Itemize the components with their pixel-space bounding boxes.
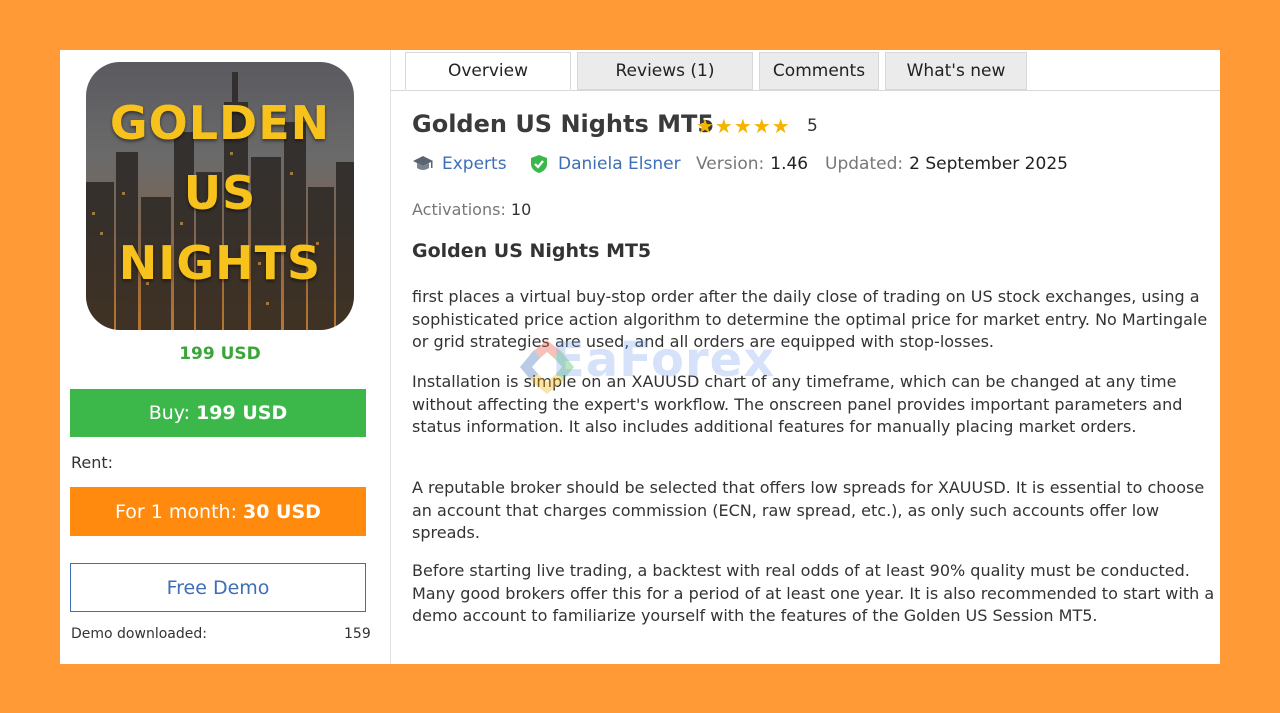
tab-comments[interactable]: Comments bbox=[759, 52, 879, 90]
graduation-cap-icon bbox=[413, 156, 433, 170]
description-paragraph: Installation is simple on an XAUUSD char… bbox=[412, 372, 1183, 436]
author-name: Daniela Elsner bbox=[558, 154, 681, 174]
updated-info: Updated: 2 September 2025 bbox=[825, 154, 1068, 174]
product-card: GOLDEN US NIGHTS 199 USD Buy: 199 USD Re… bbox=[60, 50, 1220, 664]
description-heading: Golden US Nights MT5 bbox=[412, 240, 652, 262]
updated-value: 2 September 2025 bbox=[909, 154, 1068, 174]
updated-label: Updated: bbox=[825, 154, 904, 174]
activations-value: 10 bbox=[510, 200, 532, 219]
buy-button[interactable]: Buy: 199 USD bbox=[70, 389, 366, 437]
rent-button[interactable]: For 1 month: 30 USD bbox=[70, 487, 366, 536]
description-paragraph: first places a virtual buy-stop order af… bbox=[412, 287, 1208, 351]
buy-button-label: Buy: bbox=[148, 402, 191, 424]
purchase-panel: GOLDEN US NIGHTS 199 USD Buy: 199 USD Re… bbox=[60, 50, 391, 664]
tab-bar: Overview Reviews (1) Comments What's new bbox=[405, 52, 1033, 90]
activations-label: Activations: bbox=[412, 200, 506, 219]
author-link[interactable]: Daniela Elsner bbox=[529, 154, 681, 174]
demo-downloaded-count: 159 bbox=[344, 626, 371, 642]
verified-shield-icon bbox=[531, 155, 547, 173]
image-title-line-1: GOLDEN bbox=[109, 96, 331, 150]
version-label: Version: bbox=[696, 154, 765, 174]
tab-divider bbox=[390, 90, 1220, 91]
version-value: 1.46 bbox=[770, 154, 809, 174]
free-demo-button[interactable]: Free Demo bbox=[70, 563, 366, 612]
tab-overview[interactable]: Overview bbox=[405, 52, 571, 90]
rent-button-price: 30 USD bbox=[242, 500, 321, 523]
buy-button-price: 199 USD bbox=[196, 402, 288, 424]
category-link[interactable]: Experts bbox=[412, 154, 507, 174]
rent-button-label: For 1 month: bbox=[115, 500, 237, 523]
tab-reviews[interactable]: Reviews (1) bbox=[577, 52, 753, 90]
rent-label: Rent: bbox=[71, 453, 114, 472]
description-paragraph: A reputable broker should be selected th… bbox=[412, 478, 1205, 542]
demo-downloaded-label: Demo downloaded: bbox=[71, 626, 207, 642]
product-price: 199 USD bbox=[179, 344, 261, 364]
category-label: Experts bbox=[442, 154, 507, 174]
activations-info: Activations: 10 bbox=[412, 200, 531, 219]
image-title-line-2: US bbox=[183, 166, 257, 220]
product-image: GOLDEN US NIGHTS bbox=[86, 62, 354, 330]
image-title-line-3: NIGHTS bbox=[118, 236, 322, 290]
tab-whats-new[interactable]: What's new bbox=[885, 52, 1027, 90]
description-paragraph: Before starting live trading, a backtest… bbox=[412, 561, 1215, 625]
rating-value: 5 bbox=[807, 116, 818, 136]
product-title: Golden US Nights MT5 bbox=[412, 110, 715, 138]
rating-stars: ★★★★★ bbox=[696, 114, 791, 138]
version-info: Version: 1.46 bbox=[696, 154, 808, 174]
